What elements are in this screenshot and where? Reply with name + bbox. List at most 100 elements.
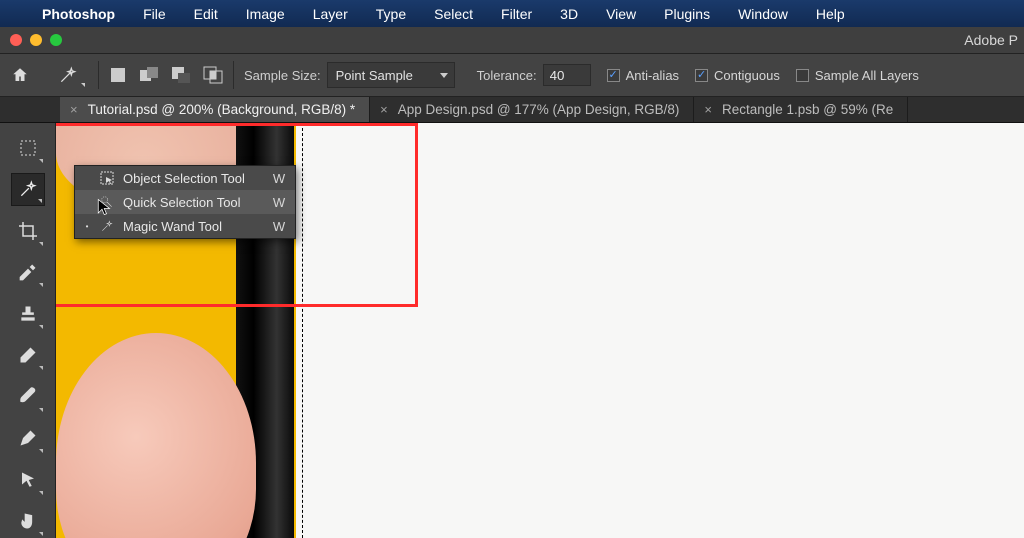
- menu-type[interactable]: Type: [362, 6, 420, 22]
- selection-mode-group: [109, 66, 223, 84]
- hand-icon: [18, 511, 38, 531]
- tool-flyout-menu: Object Selection Tool W Quick Selection …: [74, 165, 296, 239]
- separator: [98, 61, 99, 89]
- menu-help[interactable]: Help: [802, 6, 859, 22]
- menu-image[interactable]: Image: [232, 6, 299, 22]
- tool-hand[interactable]: [11, 505, 45, 538]
- flyout-corner-icon: [39, 159, 43, 163]
- menu-layer[interactable]: Layer: [299, 6, 362, 22]
- home-icon: [11, 66, 29, 84]
- magic-wand-icon: [58, 65, 78, 85]
- minimize-window-button[interactable]: [30, 34, 42, 46]
- canvas[interactable]: Object Selection Tool W Quick Selection …: [56, 123, 1024, 538]
- sample-size-dropdown[interactable]: Point Sample: [327, 62, 455, 88]
- marquee-icon: [18, 138, 38, 158]
- selection-marquee: [302, 123, 303, 538]
- document-tab[interactable]: × App Design.psd @ 177% (App Design, RGB…: [370, 97, 694, 122]
- eyedropper-icon: [18, 262, 38, 282]
- flyout-corner-icon: [38, 199, 42, 203]
- pen-icon: [18, 428, 38, 448]
- stamp-icon: [18, 304, 38, 324]
- flyout-item-object-selection[interactable]: Object Selection Tool W: [75, 166, 295, 190]
- close-icon[interactable]: ×: [380, 102, 388, 117]
- sample-size-label: Sample Size:: [244, 68, 321, 83]
- flyout-corner-icon: [39, 532, 43, 536]
- system-menubar: Photoshop File Edit Image Layer Type Sel…: [0, 0, 1024, 27]
- window-titlebar: Adobe P: [0, 27, 1024, 53]
- arrow-icon: [19, 471, 37, 489]
- tool-brush[interactable]: [11, 380, 45, 414]
- app-menu[interactable]: Photoshop: [28, 6, 129, 22]
- new-selection-icon[interactable]: [109, 66, 127, 84]
- tool-pen[interactable]: [11, 422, 45, 456]
- sample-all-layers-checkbox[interactable]: Sample All Layers: [796, 68, 919, 83]
- close-window-button[interactable]: [10, 34, 22, 46]
- tool-eyedropper[interactable]: [11, 256, 45, 290]
- tool-clone-stamp[interactable]: [11, 297, 45, 331]
- document-tab-label: Rectangle 1.psb @ 59% (Re: [722, 102, 893, 117]
- active-indicator: •: [83, 222, 91, 231]
- menu-select[interactable]: Select: [420, 6, 487, 22]
- flyout-corner-icon: [39, 242, 43, 246]
- document-tab-active[interactable]: × Tutorial.psd @ 200% (Background, RGB/8…: [60, 97, 370, 122]
- tool-magic-wand[interactable]: [11, 173, 45, 207]
- checkbox-unchecked-icon: [796, 69, 809, 82]
- add-to-selection-icon[interactable]: [139, 66, 159, 84]
- tolerance-label: Tolerance:: [477, 68, 537, 83]
- flyout-item-label: Object Selection Tool: [123, 171, 265, 186]
- document-tab-bar: × Tutorial.psd @ 200% (Background, RGB/8…: [0, 97, 1024, 123]
- menu-plugins[interactable]: Plugins: [650, 6, 724, 22]
- menu-view[interactable]: View: [592, 6, 650, 22]
- options-bar: Sample Size: Point Sample Tolerance: Ant…: [0, 53, 1024, 97]
- tool-crop[interactable]: [11, 214, 45, 248]
- anti-alias-label: Anti-alias: [626, 68, 679, 83]
- intersect-selection-icon[interactable]: [203, 66, 223, 84]
- flyout-corner-icon: [39, 325, 43, 329]
- flyout-corner-icon: [39, 283, 43, 287]
- tolerance-input[interactable]: [543, 64, 591, 86]
- anti-alias-checkbox[interactable]: Anti-alias: [607, 68, 679, 83]
- zoom-window-button[interactable]: [50, 34, 62, 46]
- tools-panel: [0, 123, 56, 538]
- document-tab[interactable]: × Rectangle 1.psb @ 59% (Re: [694, 97, 908, 122]
- close-icon[interactable]: ×: [70, 102, 78, 117]
- checkbox-checked-icon: [607, 69, 620, 82]
- checkbox-checked-icon: [695, 69, 708, 82]
- flyout-corner-icon: [39, 449, 43, 453]
- tool-preset-picker[interactable]: [48, 60, 88, 90]
- flyout-item-label: Quick Selection Tool: [123, 195, 265, 210]
- flyout-item-magic-wand[interactable]: • Magic Wand Tool W: [75, 214, 295, 238]
- flyout-corner-icon: [39, 408, 43, 412]
- flyout-item-quick-selection[interactable]: Quick Selection Tool W: [75, 190, 295, 214]
- menu-3d[interactable]: 3D: [546, 6, 592, 22]
- sample-size-value: Point Sample: [336, 68, 413, 83]
- flyout-item-shortcut: W: [273, 171, 285, 186]
- eraser-icon: [18, 345, 38, 365]
- window-title: Adobe P: [964, 32, 1024, 48]
- brush-icon: [18, 387, 38, 407]
- quick-selection-icon: [99, 194, 115, 210]
- home-button[interactable]: [4, 59, 36, 91]
- tool-marquee[interactable]: [11, 131, 45, 165]
- sample-all-layers-label: Sample All Layers: [815, 68, 919, 83]
- tool-path-selection[interactable]: [11, 463, 45, 497]
- contiguous-label: Contiguous: [714, 68, 780, 83]
- chevron-down-icon: [81, 83, 85, 87]
- magic-wand-icon: [99, 218, 115, 234]
- flyout-corner-icon: [39, 366, 43, 370]
- document-tab-label: Tutorial.psd @ 200% (Background, RGB/8) …: [88, 102, 356, 117]
- tool-eraser[interactable]: [11, 339, 45, 373]
- menu-window[interactable]: Window: [724, 6, 802, 22]
- flyout-item-label: Magic Wand Tool: [123, 219, 265, 234]
- crop-icon: [18, 221, 38, 241]
- menu-edit[interactable]: Edit: [180, 6, 232, 22]
- close-icon[interactable]: ×: [704, 102, 712, 117]
- flyout-item-shortcut: W: [273, 195, 285, 210]
- magic-wand-icon: [18, 179, 38, 199]
- menu-file[interactable]: File: [129, 6, 180, 22]
- flyout-item-shortcut: W: [273, 219, 285, 234]
- separator: [233, 61, 234, 89]
- contiguous-checkbox[interactable]: Contiguous: [695, 68, 780, 83]
- menu-filter[interactable]: Filter: [487, 6, 546, 22]
- subtract-from-selection-icon[interactable]: [171, 66, 191, 84]
